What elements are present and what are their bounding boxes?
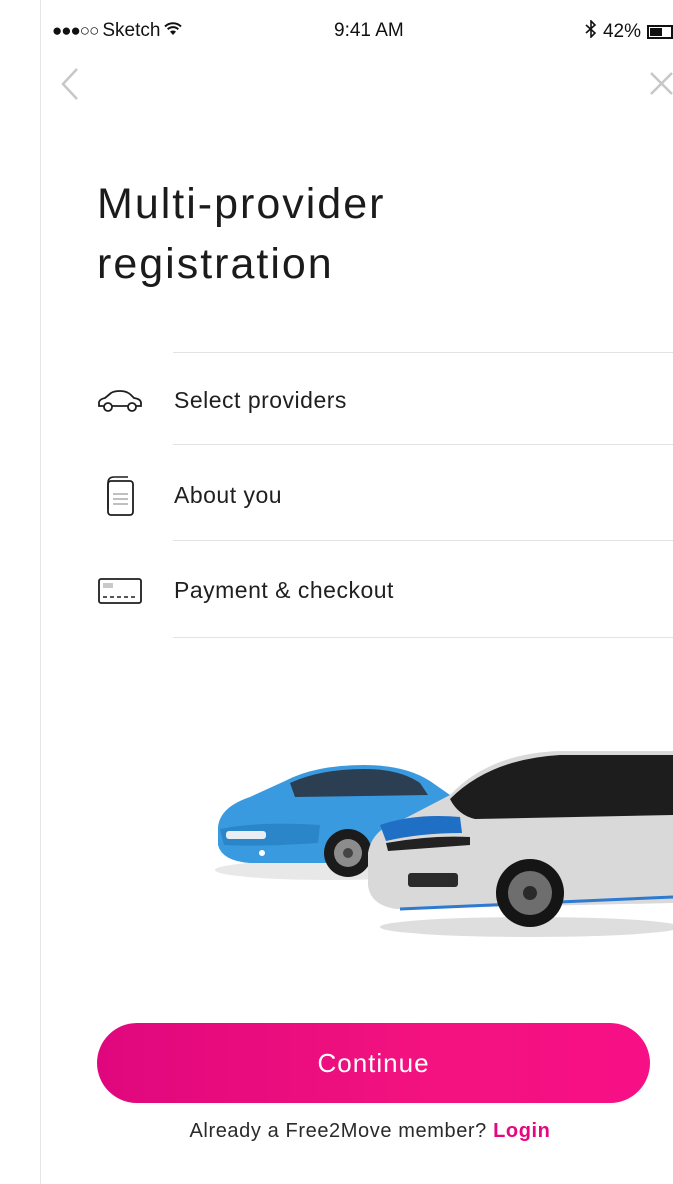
status-left: ●●●○○ Sketch <box>52 20 183 42</box>
document-icon <box>96 448 144 543</box>
login-prompt-row: Already a Free2Move member? Login <box>0 1120 673 1143</box>
step-payment-checkout[interactable]: Payment & checkout <box>0 543 673 638</box>
page-title: Multi-provider registration <box>97 174 617 294</box>
status-bar: ●●●○○ Sketch 9:41 AM 42% <box>42 16 673 48</box>
battery-percent: 42% <box>602 21 641 42</box>
back-button[interactable] <box>55 66 85 106</box>
page-title-line2: registration <box>97 240 334 288</box>
signal-dots: ●●●○○ <box>52 21 99 40</box>
cars-illustration <box>200 725 673 940</box>
step-select-providers[interactable]: Select providers <box>0 353 673 448</box>
continue-button[interactable]: Continue <box>97 1023 650 1103</box>
status-time: 9:41 AM <box>334 20 404 41</box>
wifi-icon <box>164 20 183 42</box>
login-prompt-text: Already a Free2Move member? <box>189 1120 487 1142</box>
step-divider <box>173 444 673 445</box>
step-about-you[interactable]: About you <box>0 448 673 543</box>
carrier-name: Sketch <box>102 20 161 41</box>
step-label: Select providers <box>174 387 347 413</box>
step-divider <box>173 637 673 638</box>
step-label: About you <box>174 482 283 508</box>
step-divider <box>173 540 673 541</box>
status-right: 42% <box>585 19 673 44</box>
bluetooth-icon <box>585 19 597 44</box>
card-icon <box>96 543 144 638</box>
chevron-left-icon <box>60 67 80 106</box>
step-label: Payment & checkout <box>174 577 394 603</box>
login-link[interactable]: Login <box>493 1120 550 1142</box>
page-title-line1: Multi-provider <box>97 180 386 228</box>
close-icon <box>648 70 673 102</box>
close-button[interactable] <box>646 66 673 106</box>
battery-icon <box>647 25 673 39</box>
car-icon <box>96 353 144 448</box>
